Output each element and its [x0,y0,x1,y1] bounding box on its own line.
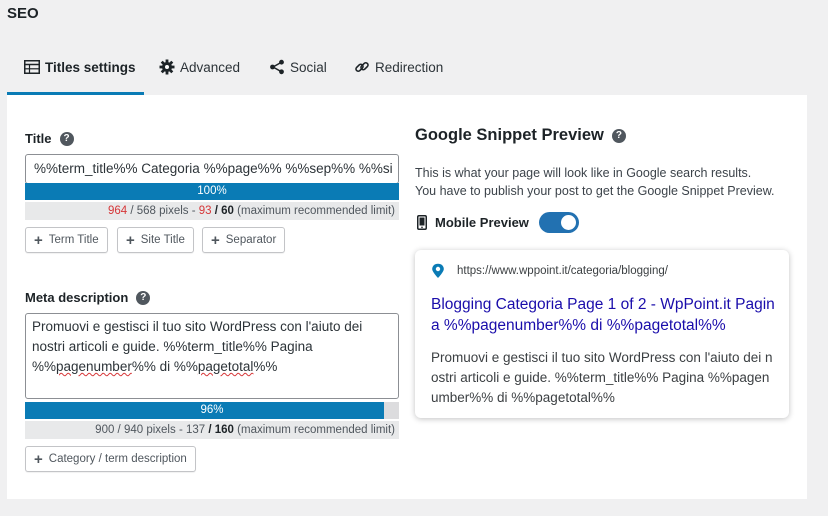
meta-pixels-max: 940 pixels [123,424,176,436]
tab-social[interactable]: Social [269,39,327,95]
tab-label: Titles settings [45,59,136,75]
meta-description-label: Meta description ? [25,290,151,305]
snippet-title-link[interactable]: Blogging Categoria Page 1 of 2 - WpPoint… [431,294,776,336]
term-title-button[interactable]: + Term Title [25,227,108,253]
title-chars-max: 60 [221,205,234,217]
category-description-button[interactable]: + Category / term description [25,446,196,472]
title-label: Title ? [25,131,74,146]
meta-counter: 900 / 940 pixels - 137 / 160 (maximum re… [25,421,399,439]
tab-label: Redirection [375,59,444,75]
meta-description-textarea[interactable]: Promuovi e gestisci il tuo sito WordPres… [25,313,399,399]
title-chars-over: 93 [198,205,212,217]
meta-progress-label: 96% [200,404,224,416]
button-label: Term Title [48,234,99,246]
separator-button[interactable]: + Separator [202,227,286,253]
google-snippet-card: https://www.wppoint.it/categoria/bloggin… [415,250,789,418]
link-icon [354,59,370,75]
help-icon[interactable]: ? [59,131,74,146]
smartphone-icon [417,215,427,230]
mobile-preview-label: Mobile Preview [435,215,529,230]
help-icon[interactable]: ? [611,128,626,143]
title-counter: 964 / 568 pixels - 93 / 60 (maximum reco… [25,202,399,220]
tab-label: Social [290,59,327,75]
description-line: You have to publish your post to get the… [415,184,775,198]
tab-advanced[interactable]: Advanced [159,39,240,95]
title-label-text: Title [25,131,52,146]
button-label: Site Title [140,234,185,246]
plus-icon: + [34,231,43,249]
snippet-preview-title-text: Google Snippet Preview [415,126,604,144]
share-icon [269,59,285,75]
tab-label: Advanced [180,59,241,75]
meta-chars-over: 137 [185,424,206,436]
snippet-url: https://www.wppoint.it/categoria/bloggin… [457,265,668,277]
favicon-icon [431,263,445,279]
meta-line: nostri articoli e guide. %%term_title%% … [32,339,313,354]
mobile-preview-toggle[interactable] [538,212,579,233]
site-title-button[interactable]: + Site Title [117,227,194,253]
title-input[interactable]: %%term_title%% Categoria %%page%% %%sep%… [25,154,399,184]
help-icon[interactable]: ? [136,290,151,305]
title-progress-bar: 100% [25,183,399,200]
title-counter-note: (maximum recommended limit) [237,205,395,217]
plus-icon: + [34,450,43,468]
button-label: Separator [225,234,277,246]
seo-panel: Titles settings Advanced Social Redirect… [7,39,807,499]
meta-counter-note: (maximum recommended limit) [237,424,395,436]
meta-label-text: Meta description [25,290,129,305]
title-progress-label: 100% [197,185,227,197]
meta-line: Promuovi e gestisci il tuo sito WordPres… [32,319,363,334]
snippet-description: Promuovi e gestisci il tuo sito WordPres… [431,350,773,405]
plus-icon: + [126,231,135,249]
title-pixels-used: 964 [107,205,128,217]
tab-titles-settings[interactable]: Titles settings [7,39,144,95]
snippet-preview-title: Google Snippet Preview ? [415,126,626,145]
tab-redirection[interactable]: Redirection [354,39,443,95]
table-icon [24,60,40,74]
meta-line: %%pagenumber%% di %%pagetotal%% [32,359,278,374]
plus-icon: + [211,231,220,249]
mobile-preview-row: Mobile Preview [417,212,579,233]
button-label: Category / term description [48,453,187,465]
meta-pixels-used: 900 [95,424,115,436]
gear-icon [159,59,175,75]
description-line: This is what your page will look like in… [415,166,752,180]
meta-progress-bar: 96% [25,402,399,419]
seo-heading: SEO [7,5,39,22]
snippet-preview-description: This is what your page will look like in… [415,164,775,200]
title-pixels-max: 568 pixels [136,205,189,217]
snippet-url-row: https://www.wppoint.it/categoria/bloggin… [431,263,668,279]
tab-bar: Titles settings Advanced Social Redirect… [7,39,807,95]
toggle-knob [560,215,576,230]
meta-chars-max: 160 [214,424,234,436]
